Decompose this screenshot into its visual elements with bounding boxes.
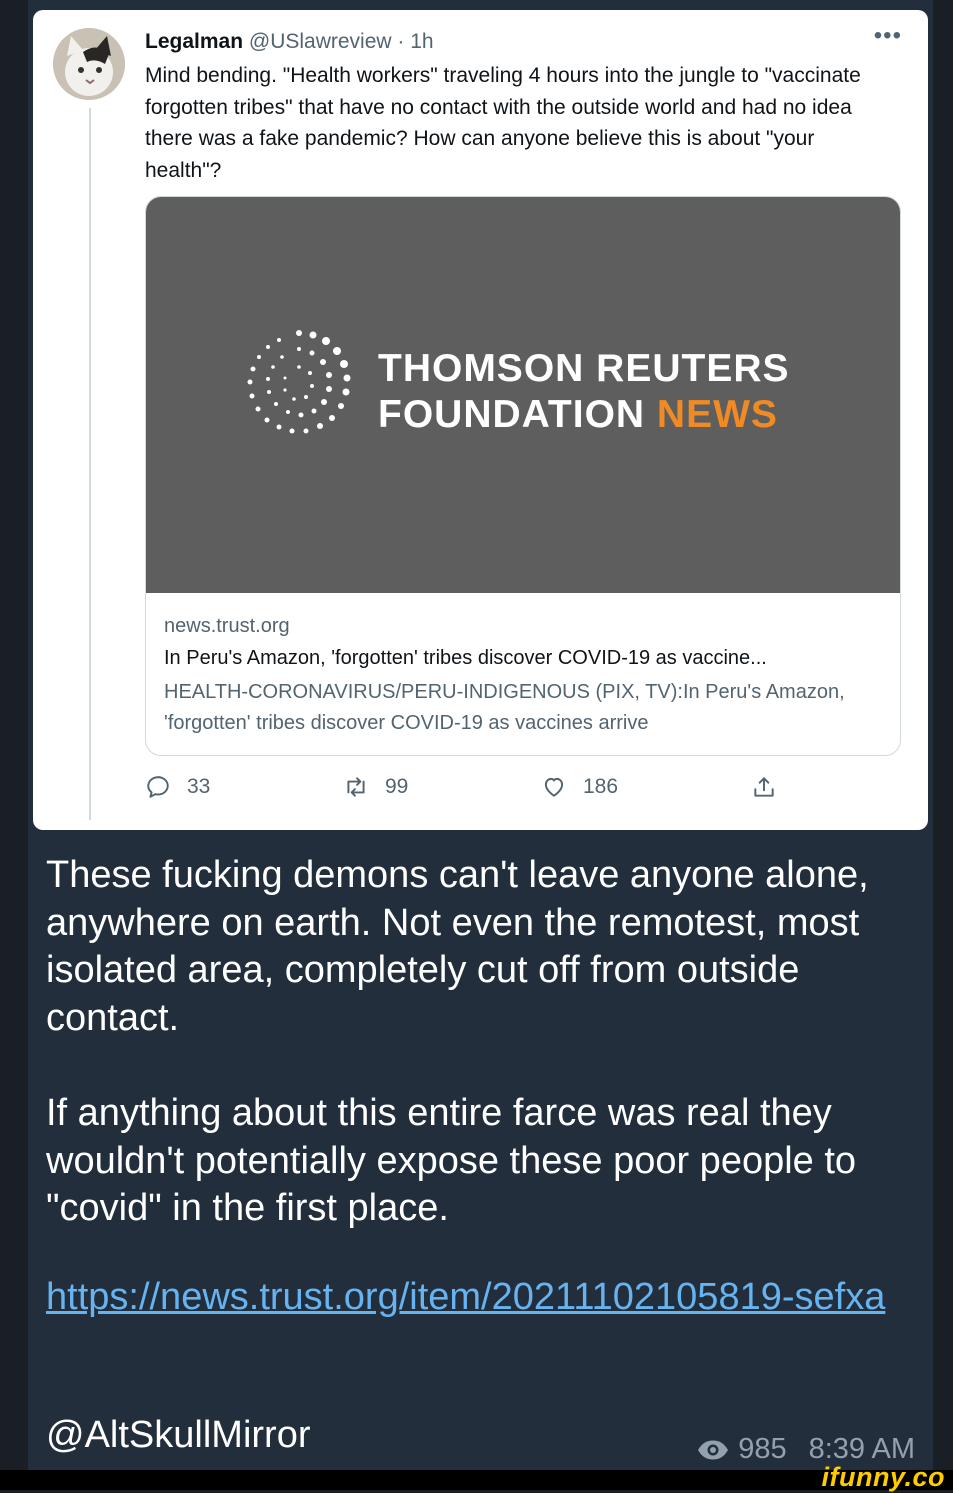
share-button[interactable] [751,774,777,800]
view-count: 985 [738,1433,787,1465]
tweet-header: Legalman @USlawreview · 1h [145,30,434,54]
tweet-text: Mind bending. "Health workers" traveling… [145,64,861,182]
message-text: These fucking demons can't leave anyone … [46,852,916,1233]
like-button[interactable]: 186 [541,774,618,800]
share-icon [754,777,774,797]
tweet-screenshot: Legalman @USlawreview · 1h ••• Mind bend… [33,10,928,830]
retweet-icon [347,777,365,797]
heart-icon [544,777,564,797]
reuters-logo-icon [247,330,351,434]
logo-news: NEWS [656,393,778,436]
message-paragraph-2: If anything about this entire farce was … [46,1092,857,1229]
tweet-time[interactable]: 1h [410,30,433,53]
more-options-icon[interactable]: ••• [874,22,902,50]
article-link[interactable]: https://news.trust.org/item/202111021058… [46,1274,886,1322]
logo-foundation: FOUNDATION [378,393,657,436]
separator: · [391,30,411,53]
avatar[interactable] [53,28,125,100]
tweet-actions: 33 99 186 [145,774,885,810]
card-description: HEALTH-CORONAVIRUS/PERU-INDIGENOUS (PIX,… [164,681,845,734]
author-handle[interactable]: @USlawreview [249,30,392,53]
logo-text-line2: FOUNDATION NEWS [378,393,778,437]
bottom-bar [0,1470,953,1490]
logo-text-line1: THOMSON REUTERS [378,347,790,390]
author-name[interactable]: Legalman [145,30,243,53]
retweet-count: 99 [385,775,409,798]
reply-count: 33 [187,775,211,798]
card-domain: news.trust.org [164,615,290,637]
channel-signature[interactable]: @AltSkullMirror [46,1414,310,1457]
like-count: 186 [583,775,619,798]
card-title: In Peru's Amazon, 'forgotten' tribes dis… [164,647,767,669]
thread-line [89,108,91,820]
message-paragraph-1: These fucking demons can't leave anyone … [46,854,869,1039]
reply-button[interactable]: 33 [145,774,210,800]
ifunny-watermark: ifunny.co [821,1462,945,1492]
eye-icon [698,1440,729,1459]
reply-icon [147,776,169,798]
retweet-button[interactable]: 99 [343,774,408,800]
link-card[interactable]: THOMSON REUTERS FOUNDATION NEWS news.tru… [145,196,901,756]
card-image: THOMSON REUTERS FOUNDATION NEWS [146,197,900,593]
